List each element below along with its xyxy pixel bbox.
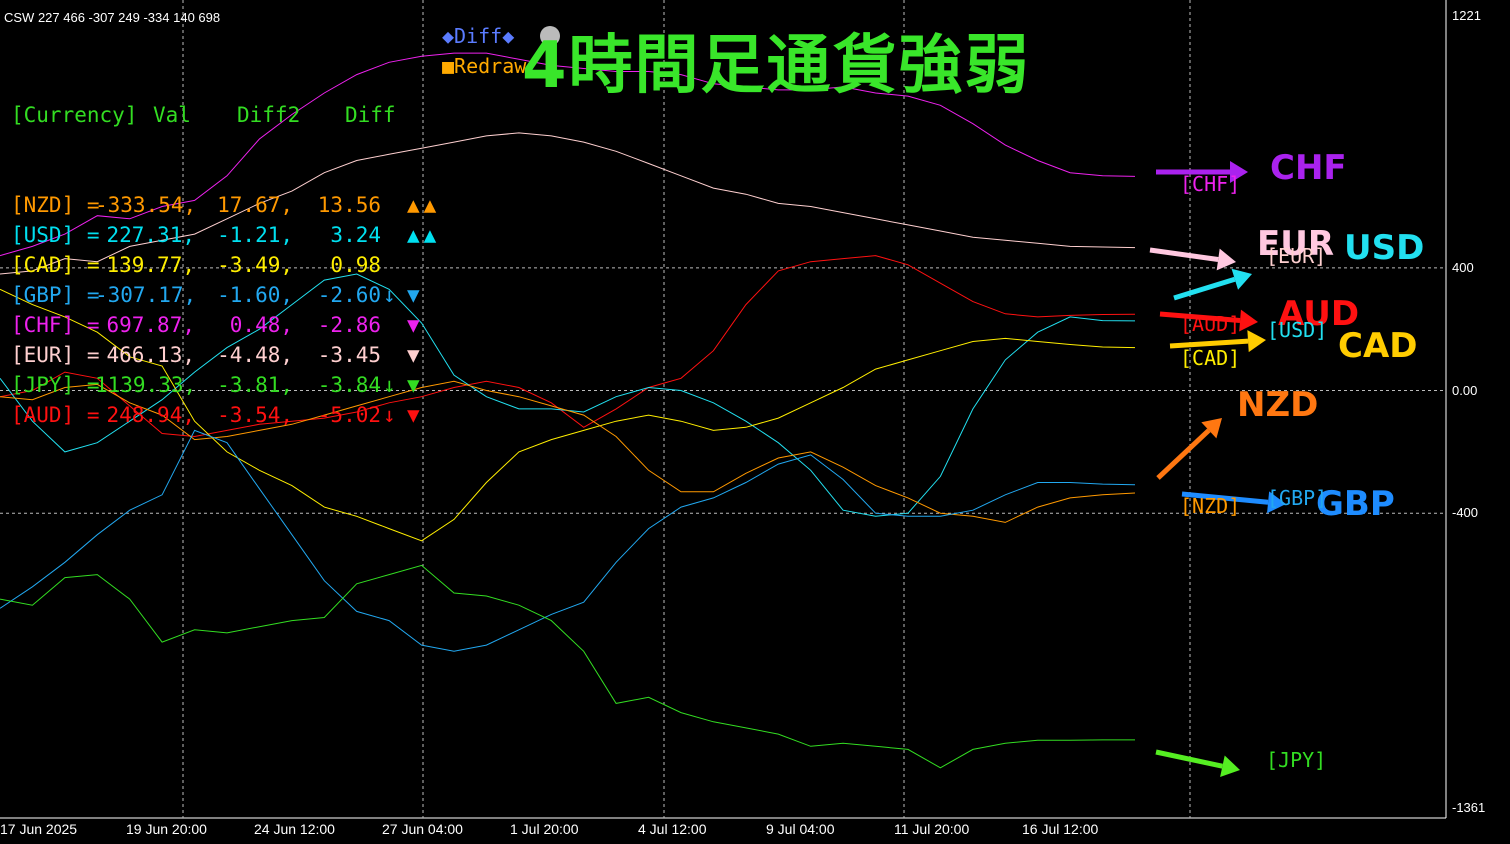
trend-marks: ▼	[407, 403, 424, 427]
table-row: [CAD] = 139.77, -3.49, 0.98	[11, 250, 381, 280]
x-tick-label: 24 Jun 12:00	[254, 821, 335, 837]
currency-diff: 13.56	[317, 193, 381, 217]
trend-arrow: ↓	[383, 403, 396, 427]
currency-val: 139.77,	[106, 253, 195, 277]
tag-aud: [AUD]	[1180, 312, 1241, 336]
trend-marks: ▼	[407, 313, 424, 337]
arrowhead-jpy-icon	[1220, 755, 1240, 777]
currency-diff: -2.86	[317, 313, 381, 337]
currency-val: 466.13,	[106, 343, 195, 367]
x-tick-label: 11 Jul 20:00	[894, 821, 970, 837]
currency-diff2: -3.54,	[217, 403, 293, 427]
arrow-jpy-icon	[1155, 749, 1223, 769]
label-usd: USD	[1344, 228, 1425, 268]
arrowhead-eur-icon	[1216, 248, 1236, 271]
currency-diff2: 17.67,	[217, 193, 293, 217]
y-tick-label: 400	[1452, 259, 1474, 275]
x-tick-label: 9 Jul 04:00	[766, 821, 835, 837]
series-line-jpy	[0, 564, 1135, 769]
table-header: [Currency] Val Diff2 Diff	[11, 100, 396, 130]
x-tick-label: 19 Jun 20:00	[126, 821, 207, 837]
table-row: [NZD] = -333.54, 17.67, 13.56 ▲▲	[11, 190, 436, 220]
currency-val: 697.87,	[106, 313, 195, 337]
header-val: Val	[153, 103, 191, 127]
currency-name: [EUR] =	[11, 343, 100, 367]
x-tick-label: 27 Jun 04:00	[382, 821, 463, 837]
table-row: [AUD] = 248.94, -3.54, -5.02 ↓ ▼	[11, 400, 420, 430]
y-tick-label: -1361	[1452, 800, 1486, 815]
currency-diff: 3.24	[330, 223, 381, 247]
x-tick-label: 17 Jun 2025	[0, 821, 78, 837]
series-line-gbp	[0, 429, 1136, 652]
arrow-usd-icon	[1173, 276, 1236, 301]
currency-diff: -3.84	[317, 373, 381, 397]
table-row: [USD] = 227.31, -1.21, 3.24 ▲▲	[11, 220, 436, 250]
currency-diff2: -1.21,	[217, 223, 293, 247]
header-diff2: Diff2	[237, 103, 301, 127]
currency-diff2: -3.49,	[217, 253, 293, 277]
currency-diff: -3.45	[317, 343, 381, 367]
tag-chf: [CHF]	[1180, 172, 1241, 196]
y-tick-label: -400	[1452, 505, 1479, 521]
indicator-header: CSW 227 466 -307 249 -334 140 698	[4, 10, 221, 25]
table-row: [EUR] = 466.13, -4.48, -3.45 ▼	[11, 340, 420, 370]
currency-name: [JPY] =	[11, 373, 100, 397]
arrow-eur-icon	[1149, 247, 1219, 262]
diff-button[interactable]: ◆Diff◆	[442, 24, 514, 48]
tag-gbp: [GBP]	[1267, 486, 1328, 510]
arrowhead-aud-icon	[1239, 309, 1258, 332]
redraw-button[interactable]: ■Redraw	[442, 54, 526, 78]
header-currency: [Currency]	[11, 103, 138, 127]
currency-name: [AUD] =	[11, 403, 100, 427]
currency-diff2: -1.60,	[217, 283, 293, 307]
x-tick-label: 1 Jul 20:00	[510, 821, 579, 837]
tag-nzd: [NZD]	[1180, 494, 1241, 518]
trend-arrow: ↓	[383, 283, 396, 307]
tag-jpy: [JPY]	[1266, 748, 1327, 772]
trend-marks: ▼	[407, 343, 424, 367]
currency-val: -307.17,	[95, 283, 197, 307]
label-chf: CHF	[1270, 148, 1347, 188]
header-diff: Diff	[345, 103, 396, 127]
trend-arrow: ↓	[383, 373, 396, 397]
label-nzd: NZD	[1237, 385, 1319, 425]
currency-name: [USD] =	[11, 223, 100, 247]
currency-diff: -2.60	[317, 283, 381, 307]
table-row: [JPY] = 1139.33, -3.81, -3.84 ↓ ▼	[11, 370, 420, 400]
currency-diff2: -3.81,	[217, 373, 293, 397]
arrowhead-cad-icon	[1247, 330, 1266, 353]
currency-diff2: 0.48,	[229, 313, 293, 337]
currency-diff: 0.98	[330, 253, 381, 277]
x-tick-label: 16 Jul 12:00	[1022, 821, 1099, 837]
trend-marks: ▲▲	[407, 193, 441, 217]
trend-marks: ▲▲	[407, 223, 441, 247]
currency-name: [GBP] =	[11, 283, 100, 307]
trend-marks: ▼	[407, 373, 424, 397]
currency-val: 227.31,	[106, 223, 195, 247]
arrow-nzd-icon	[1156, 428, 1211, 480]
x-tick-label: 4 Jul 12:00	[638, 821, 707, 837]
currency-val: -333.54,	[95, 193, 197, 217]
label-cad: CAD	[1338, 326, 1418, 366]
currency-val: 1139.33,	[95, 373, 197, 397]
trend-marks: ▼	[407, 283, 424, 307]
table-body: [NZD] = -333.54, 17.67, 13.56 ▲▲ [USD] = 227.3…	[11, 190, 436, 430]
page-title: 4時間足通貨強弱	[522, 29, 1031, 103]
tag-eur: [EUR]	[1266, 244, 1327, 268]
currency-name: [NZD] =	[11, 193, 100, 217]
currency-table: [Currency] Val Diff2 Diff [NZD] = -333.54…	[11, 40, 436, 460]
currency-name: [CHF] =	[11, 313, 100, 337]
currency-diff2: -4.48,	[217, 343, 293, 367]
tag-usd: [USD]	[1267, 318, 1328, 342]
y-tick-label: 1221	[1452, 8, 1481, 23]
tag-cad: [CAD]	[1180, 346, 1241, 370]
label-gbp: GBP	[1316, 484, 1395, 524]
y-tick-label: 0.00	[1452, 382, 1478, 398]
currency-diff: -5.02	[317, 403, 381, 427]
table-row: [CHF] = 697.87, 0.48, -2.86 ▼	[11, 310, 420, 340]
table-row: [GBP] = -307.17, -1.60, -2.60 ↓ ▼	[11, 280, 420, 310]
currency-name: [CAD] =	[11, 253, 100, 277]
currency-val: 248.94,	[106, 403, 195, 427]
